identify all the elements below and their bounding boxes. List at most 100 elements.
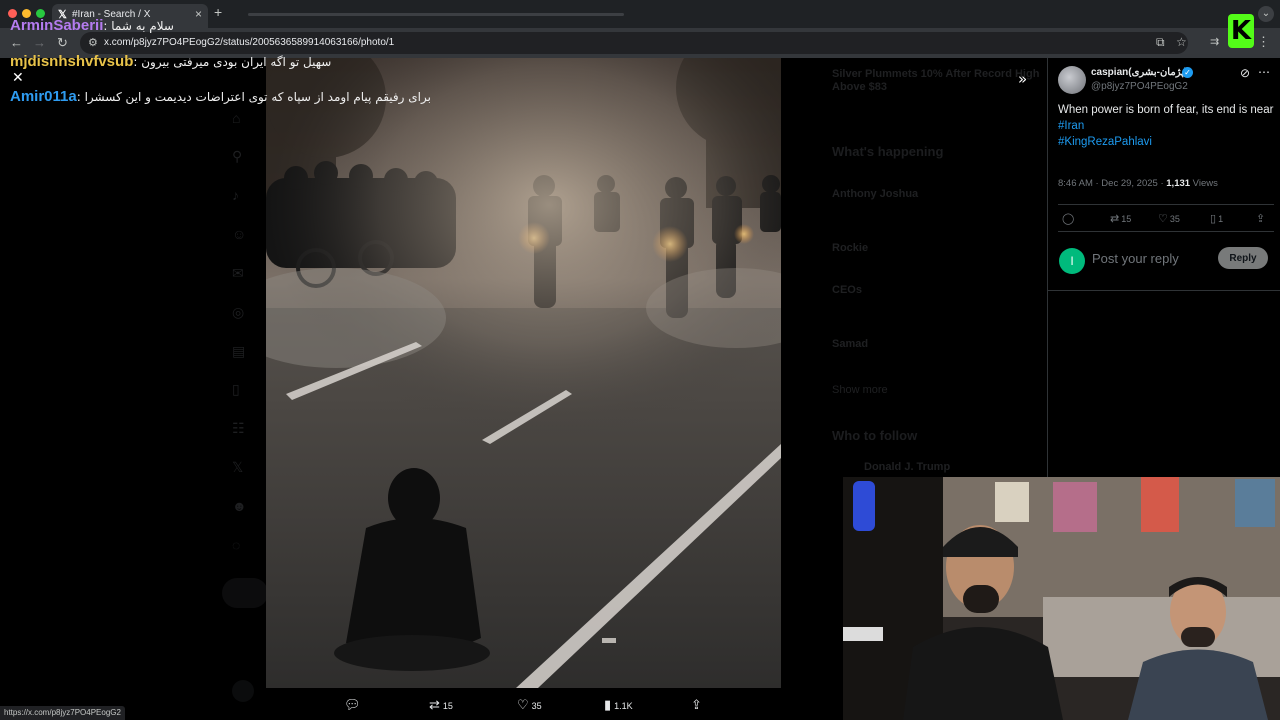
tweet-time[interactable]: 8:46 AM · Dec 29, 2025 · [1058, 178, 1166, 189]
reply-input[interactable]: Post your reply [1092, 251, 1179, 266]
share-button[interactable]: ⇪ [1256, 212, 1265, 225]
browser-tab-bar: 𝕏 #Iran - Search / X × + ⌄ [0, 0, 1280, 28]
photo-like-button[interactable]: ♡ 35 [517, 697, 542, 713]
kick-extension-icon[interactable]: K [1228, 14, 1254, 48]
chat-text: سهیل تو اگه ایران بودی میرفتی بیرون [141, 55, 332, 69]
bookmark-button[interactable]: ▯ 1 [1210, 212, 1223, 225]
back-icon[interactable]: ← [10, 35, 23, 50]
retweet-button[interactable]: ⇄ 15 [1110, 212, 1131, 225]
messages-icon: ✉ [232, 265, 244, 281]
communities-icon: ☷ [232, 420, 245, 436]
follow-suggestion: Donald J. Trump [864, 461, 951, 473]
grok-icon[interactable]: ⊘ [1240, 66, 1250, 80]
tweet-views-label: Views [1190, 178, 1218, 189]
bookmark-icon: ▯ [1210, 213, 1217, 225]
chat-username: ArminSaberii [10, 17, 104, 34]
cast-icon[interactable]: ⧉ [1156, 35, 1165, 50]
share-icon: ⇪ [691, 697, 702, 712]
chat-message: Amir011a: برای رفیقم پیام اومد از سپاه ک… [10, 88, 431, 106]
status-bar-url: https://x.com/p8jyz7PO4PEogG2 [0, 706, 125, 720]
reply-submit-button[interactable]: Reply [1218, 247, 1268, 269]
bookmarks-icon: ▯ [232, 381, 240, 397]
hashtag-link[interactable]: #KingRezaPahlavi [1058, 134, 1274, 150]
share-icon: ⇪ [1256, 213, 1266, 225]
retweet-count: 15 [442, 701, 453, 711]
divider [1048, 290, 1280, 291]
tweet-text: When power is born of fear, its end is n… [1058, 102, 1274, 150]
like-button[interactable]: ♡ 35 [1158, 212, 1180, 225]
premium-icon: 𝕏 [232, 459, 244, 475]
like-count: 35 [531, 701, 542, 711]
photo-reply-button[interactable]: 💬︎ [344, 697, 361, 713]
views-count: 1.1K [614, 701, 633, 711]
post-button [222, 578, 268, 608]
photo-share-button[interactable]: ⇪ [691, 697, 702, 713]
author-avatar[interactable] [1058, 66, 1086, 94]
heart-icon: ♡ [1158, 213, 1168, 225]
notifications-icon: ♪ [232, 187, 239, 203]
trend-headline-cont: Above $83 [832, 81, 888, 93]
explore-icon: ⚲ [232, 148, 243, 164]
trend-headline: Silver Plummets 10% After Record High [832, 68, 1040, 80]
like-count: 35 [1169, 214, 1180, 224]
reply-icon: ◯ [1062, 213, 1075, 225]
chat-username: Amir011a [10, 88, 77, 105]
extensions-icon[interactable]: ⇉ [1210, 35, 1219, 48]
webcam-image [843, 477, 1280, 720]
tweet-engagement-row: ◯ ⇄ 15 ♡ 35 ▯ 1 ⇪ [1058, 204, 1274, 232]
tweet-photo[interactable] [266, 58, 781, 688]
author-handle[interactable]: @p8jyz7PO4PEogG2 [1091, 81, 1188, 92]
protest-photo-image [266, 58, 781, 688]
address-bar[interactable]: ⚙ x.com/p8jyz7PO4PEogG2/status/200563658… [80, 32, 1188, 54]
chat-text: سلام به شما [111, 19, 174, 33]
trend-item: Samad [832, 338, 869, 350]
close-icon[interactable]: ✕ [12, 69, 24, 86]
retweet-icon: ⇄ [429, 697, 440, 712]
home-icon: ⌂ [232, 110, 241, 126]
menu-icon[interactable]: ⋮ [1257, 34, 1270, 50]
account-avatar [232, 680, 254, 702]
forward-icon[interactable]: → [33, 35, 46, 50]
new-tab-button[interactable]: + [214, 4, 222, 20]
url-text[interactable]: x.com/p8jyz7PO4PEogG2/status/20056365899… [104, 37, 394, 48]
chat-text: برای رفیقم پیام اومد از سپاه که توی اعتر… [84, 90, 431, 104]
follow-icon: ☺ [232, 226, 247, 242]
photo-retweet-button[interactable]: ⇄ 15 [429, 697, 453, 713]
tab-close-icon[interactable]: × [195, 7, 202, 21]
hashtag-link[interactable]: #Iran [1058, 118, 1274, 134]
bookmark-count: 1 [1218, 214, 1224, 224]
trend-item: Rockie [832, 242, 869, 254]
show-more-link: Show more [832, 384, 888, 396]
tab-strip-scrollbar[interactable] [248, 13, 624, 16]
expand-panel-icon[interactable]: » [1018, 70, 1027, 88]
trend-item: CEOs [832, 284, 862, 296]
reload-icon[interactable]: ↻ [57, 35, 68, 51]
retweet-count: 15 [1121, 214, 1132, 224]
tweet-timestamp: 8:46 AM · Dec 29, 2025 · 1,131 Views [1058, 178, 1218, 189]
who-to-follow-heading: Who to follow [832, 428, 918, 443]
whats-happening-heading: What's happening [832, 144, 944, 159]
chat-message: ArminSaberii: سلام به شما [10, 17, 174, 35]
retweet-icon: ⇄ [1110, 213, 1120, 225]
more-options-icon[interactable]: ⋯ [1258, 65, 1270, 79]
lists-icon: ▤ [232, 343, 246, 359]
photo-views-button[interactable]: ▮ 1.1K [604, 697, 633, 713]
chat-separator: : [76, 90, 85, 104]
bookmark-star-icon[interactable]: ☆ [1176, 35, 1187, 49]
site-info-icon[interactable]: ⚙ [88, 36, 98, 49]
reply-icon: 💬︎ [344, 697, 361, 712]
user-avatar: I [1059, 248, 1085, 274]
more-nav-icon: ◌ [232, 537, 241, 553]
grok-nav-icon: ◎ [232, 304, 245, 320]
profile-icon: ☻ [232, 498, 247, 514]
views-icon: ▮ [604, 697, 612, 712]
heart-icon: ♡ [517, 697, 529, 712]
webcam-overlay [843, 477, 1280, 720]
reply-button[interactable]: ◯ [1062, 212, 1074, 225]
photo-action-bar: 💬︎ ⇄ 15 ♡ 35 ▮ 1.1K ⇪ [266, 690, 781, 720]
tab-search-button[interactable]: ⌄ [1258, 6, 1274, 22]
tweet-views-count: 1,131 [1166, 178, 1191, 189]
chat-username: mjdisnhshvfvsub [10, 53, 134, 70]
author-name[interactable]: caspian(پژمان-بشری) [1091, 67, 1187, 78]
tweet-body: When power is born of fear, its end is n… [1058, 104, 1274, 116]
